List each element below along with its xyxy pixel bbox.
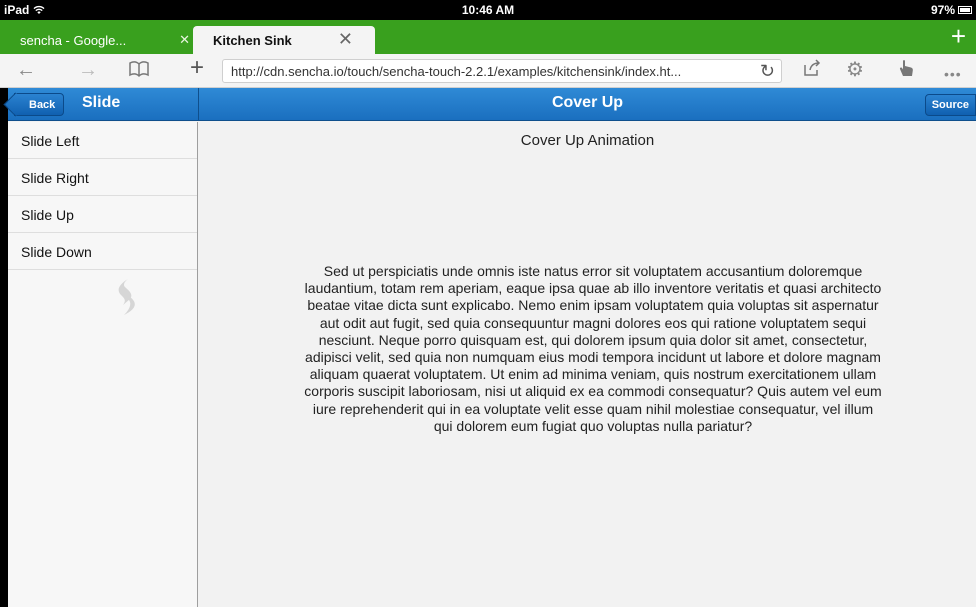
reload-icon[interactable]: ↻ [760,61,775,82]
tab-google[interactable]: sencha - Google... ✕ [0,26,198,54]
new-tab-plus-icon[interactable]: + [951,23,966,49]
browser-toolbar: ← → + http://cdn.sencha.io/touch/sencha-… [0,54,976,88]
battery-icon [958,6,972,14]
battery-percent: 97% [930,3,955,17]
source-button[interactable]: Source [924,94,976,116]
page-title: Cover Up [551,94,624,111]
settings-gear-icon[interactable]: ⚙ [846,59,864,81]
clock: 10:46 AM [461,3,515,17]
back-button-label: Back [29,98,56,111]
list-item-slide-down[interactable]: Slide Down [8,233,197,270]
nav-list: Slide Left Slide Right Slide Up Slide Do… [8,122,198,607]
add-plus-icon[interactable]: + [190,56,204,80]
close-tab-icon[interactable]: ✕ [338,29,353,50]
more-dots-icon[interactable]: ••• [944,63,962,85]
forward-arrow-icon[interactable]: → [78,59,98,81]
close-tab-icon[interactable]: ✕ [179,32,190,48]
list-item-label: Slide Left [21,133,80,149]
share-icon[interactable] [802,59,822,82]
list-item-slide-right[interactable]: Slide Right [8,159,197,196]
content-heading: Cover Up Animation [520,132,655,149]
nav-title: Slide [82,94,121,111]
browser-tab-bar: sencha - Google... ✕ Kitchen Sink ✕ [0,20,976,54]
nav-titlebar: Back Slide [8,88,198,121]
url-text: http://cdn.sencha.io/touch/sencha-touch-… [231,64,682,79]
url-bar[interactable]: http://cdn.sencha.io/touch/sencha-touch-… [222,59,782,83]
list-item-label: Slide Down [21,244,92,260]
battery-area: 97% [931,3,972,17]
content-panel: Cover Up Animation Sed ut perspiciatis u… [199,122,976,607]
back-arrow-icon[interactable]: ← [16,59,36,81]
source-button-label: Source [931,99,969,111]
list-item-label: Slide Up [21,207,74,223]
gesture-hand-icon[interactable] [896,58,916,83]
tab-label: Kitchen Sink [213,32,292,48]
content-body: Sed ut perspiciatis unde omnis iste natu… [304,263,882,434]
tab-label: sencha - Google... [20,32,127,48]
screen-edge [0,88,8,607]
list-item-slide-left[interactable]: Slide Left [8,122,197,159]
main-titlebar: Cover Up Source [198,88,976,121]
bookmarks-book-icon[interactable] [128,60,150,83]
list-item-slide-up[interactable]: Slide Up [8,196,197,233]
back-button[interactable]: Back [14,93,65,116]
list-item-label: Slide Right [21,170,89,186]
sencha-logo-icon [118,279,135,315]
tab-kitchen-sink[interactable]: Kitchen Sink ✕ [193,26,375,54]
status-bar: iPad 10:46 AM 97% [0,0,976,20]
sencha-app: Back Slide Cover Up Source Slide Left Sl… [0,88,976,607]
